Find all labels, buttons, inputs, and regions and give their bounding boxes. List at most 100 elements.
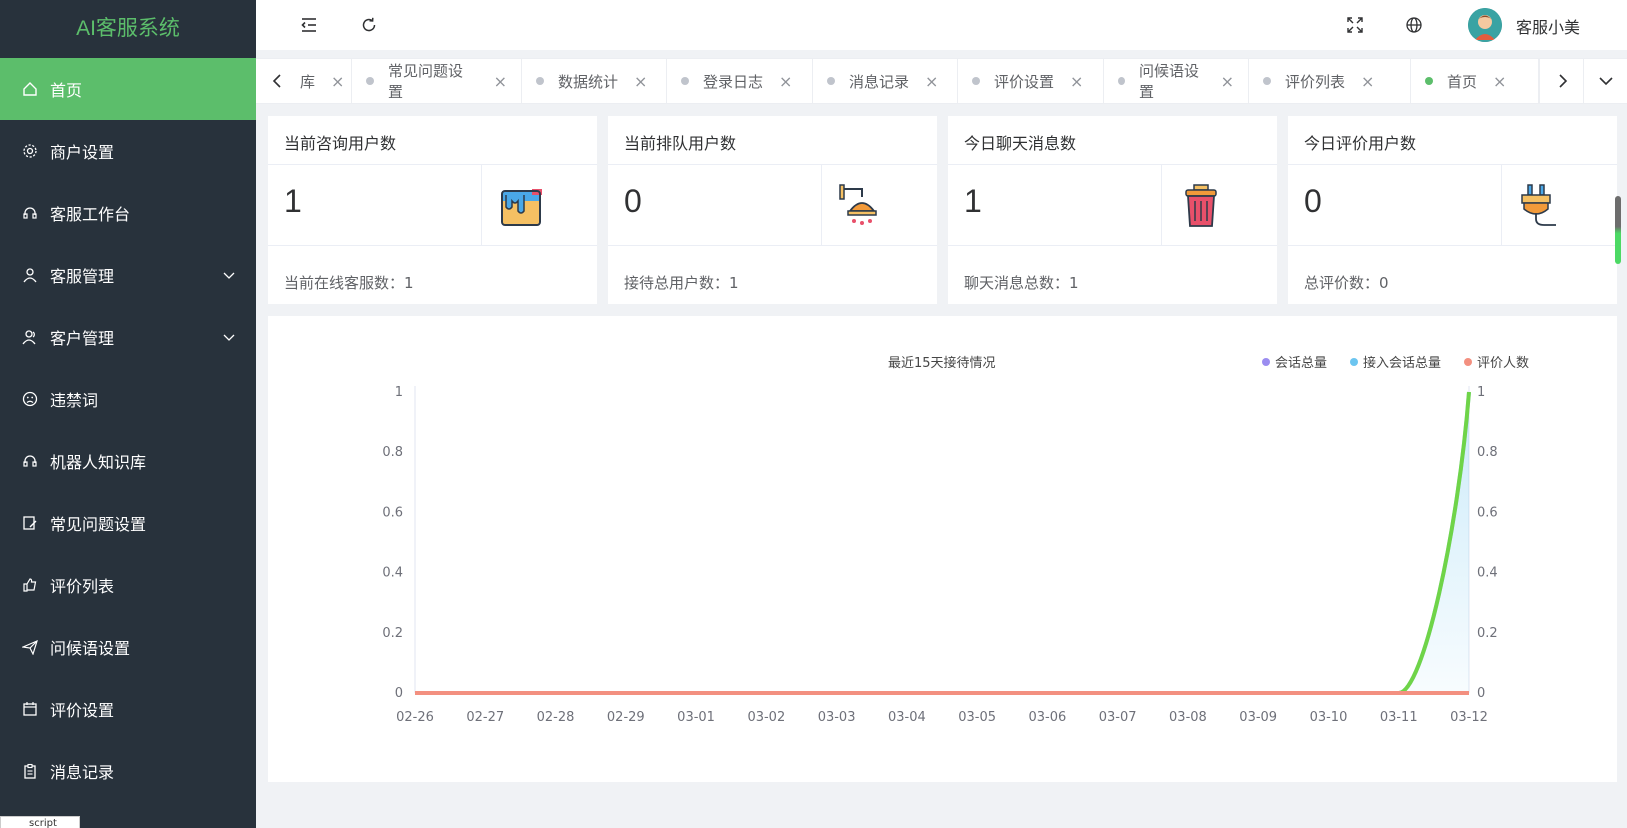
- y-tick-label-left: 0.4: [382, 566, 403, 581]
- sidebar-item-6[interactable]: 机器人知识库: [0, 430, 256, 492]
- tab-label: 消息记录: [849, 72, 910, 91]
- tab-0[interactable]: 库 ×: [300, 59, 352, 103]
- headset-icon: [22, 453, 38, 469]
- tab-1[interactable]: 常见问题设置 ×: [352, 59, 522, 103]
- avatar[interactable]: [1468, 8, 1502, 42]
- close-icon[interactable]: ×: [779, 72, 792, 91]
- y-tick-label-right: 0: [1477, 686, 1485, 701]
- legend-item-sessions[interactable]: 会话总量: [1262, 352, 1327, 371]
- x-tick-label: 02-26: [396, 710, 434, 725]
- sidebar-item-7[interactable]: 常见问题设置: [0, 492, 256, 554]
- chevron-down-icon: [222, 330, 236, 344]
- card-footer: 总评价数：0: [1304, 274, 1389, 292]
- sidebar-item-label: 客服管理: [50, 267, 115, 286]
- fullscreen-icon[interactable]: [1344, 14, 1366, 36]
- y-tick-label-right: 0.2: [1477, 626, 1498, 641]
- close-icon[interactable]: ×: [1493, 72, 1506, 91]
- x-tick-label: 02-29: [607, 710, 645, 725]
- sidebar-item-3[interactable]: 客服管理: [0, 244, 256, 306]
- x-tick-label: 03-10: [1310, 710, 1348, 725]
- sidebar-item-label: 机器人知识库: [50, 453, 147, 472]
- gear-icon: [22, 143, 38, 159]
- sidebar-item-4[interactable]: 客户管理: [0, 306, 256, 368]
- card-footer: 当前在线客服数：1: [284, 274, 414, 292]
- card-value: 1: [284, 183, 302, 219]
- close-icon[interactable]: ×: [634, 72, 647, 91]
- x-tick-label: 03-02: [747, 710, 785, 725]
- x-tick-label: 03-09: [1239, 710, 1277, 725]
- sidebar-item-label: 商户设置: [50, 143, 115, 162]
- sad-face-icon: [22, 391, 38, 407]
- close-icon[interactable]: ×: [1070, 72, 1083, 91]
- x-tick-label: 03-06: [1029, 710, 1067, 725]
- tabs-dropdown-icon[interactable]: [1583, 59, 1627, 103]
- y-tick-label-right: 1: [1477, 385, 1485, 400]
- close-icon[interactable]: ×: [331, 72, 344, 91]
- tab-7[interactable]: 评价列表 ×: [1249, 59, 1411, 103]
- y-tick-label-left: 0: [395, 686, 403, 701]
- globe-icon[interactable]: [1403, 14, 1425, 36]
- sidebar-item-11[interactable]: 消息记录: [0, 740, 256, 802]
- sidebar-item-10[interactable]: 评价设置: [0, 678, 256, 740]
- sidebar-item-label: 客服工作台: [50, 205, 131, 224]
- tab-status-dot: [366, 77, 374, 85]
- close-icon[interactable]: ×: [1221, 72, 1234, 91]
- sidebar-item-1[interactable]: 商户设置: [0, 120, 256, 182]
- tab-status-dot: [972, 77, 980, 85]
- legend-item-ratings[interactable]: 评价人数: [1464, 352, 1529, 371]
- sidebar-item-label: 评价列表: [50, 577, 115, 596]
- tab-label: 登录日志: [703, 72, 764, 91]
- sidebar-item-label: 常见问题设置: [50, 515, 147, 534]
- close-icon[interactable]: ×: [925, 72, 938, 91]
- close-icon[interactable]: ×: [494, 72, 507, 91]
- y-tick-label-right: 0.4: [1477, 566, 1498, 581]
- sidebar-item-5[interactable]: 违禁词: [0, 368, 256, 430]
- card-value: 0: [1304, 183, 1322, 219]
- x-tick-label: 03-05: [958, 710, 996, 725]
- reception-chart: 0 0 0.2 0.2 0.4 0.4 0.6 0.6 0.8 0.8 1 1 02-26 02-27 02…: [382, 385, 1498, 725]
- y-tick-label-left: 1: [395, 385, 403, 400]
- tab-label: 数据统计: [558, 72, 619, 91]
- top-header: 客服小美: [256, 0, 1627, 50]
- sidebar-item-2[interactable]: 客服工作台: [0, 182, 256, 244]
- sidebar-item-label: 客户管理: [50, 329, 115, 348]
- tabs-scroll-right-icon[interactable]: [1539, 59, 1583, 103]
- x-tick-label: 02-28: [537, 710, 575, 725]
- y-tick-label-right: 0.8: [1477, 445, 1498, 460]
- legend-item-accepted[interactable]: 接入会话总量: [1350, 352, 1441, 371]
- tabs-scroll-left-icon[interactable]: [256, 59, 300, 103]
- tab-5[interactable]: 评价设置 ×: [958, 59, 1104, 103]
- close-icon[interactable]: ×: [1361, 72, 1374, 91]
- scrollbar[interactable]: [1615, 196, 1621, 264]
- tab-3[interactable]: 登录日志 ×: [667, 59, 813, 103]
- series-area-accepted: [415, 392, 1469, 693]
- x-tick-label: 03-03: [818, 710, 856, 725]
- user-name[interactable]: 客服小美: [1516, 14, 1580, 38]
- tab-2[interactable]: 数据统计 ×: [522, 59, 667, 103]
- clipboard-icon: [22, 763, 38, 779]
- plug-icon: [1516, 181, 1566, 231]
- tab-label: 首页: [1447, 72, 1478, 91]
- y-tick-label-right: 0.6: [1477, 505, 1498, 520]
- tab-8[interactable]: 首页 ×: [1411, 59, 1539, 103]
- tab-4[interactable]: 消息记录 ×: [813, 59, 958, 103]
- tab-status-dot: [1263, 77, 1271, 85]
- y-tick-label-left: 0.2: [382, 626, 403, 641]
- sidebar-item-8[interactable]: 评价列表: [0, 554, 256, 616]
- tabs-bar: 库 × 常见问题设置 × 数据统计 × 登录日志 × 消息记录 × 评价设置 × 问候语设置 × 评价列表 ×…: [256, 58, 1627, 104]
- tab-status-dot: [536, 77, 544, 85]
- tab-6[interactable]: 问候语设置 ×: [1104, 59, 1249, 103]
- refresh-icon[interactable]: [358, 14, 380, 36]
- script-label: script: [0, 816, 80, 828]
- sidebar-item-9[interactable]: 问候语设置: [0, 616, 256, 678]
- collapse-menu-icon[interactable]: [298, 14, 320, 36]
- tab-label: 问候语设置: [1139, 62, 1200, 101]
- x-tick-label: 03-11: [1380, 710, 1418, 725]
- sidebar-item-0[interactable]: 首页: [0, 58, 256, 120]
- x-tick-label: 02-27: [466, 710, 504, 725]
- calendar-icon: [22, 701, 38, 717]
- stat-card-messages: 今日聊天消息数 1 聊天消息总数：1: [948, 116, 1277, 304]
- card-title: 当前咨询用户数: [284, 134, 397, 153]
- sidebar-item-label: 评价设置: [50, 701, 115, 720]
- sidebar: AI客服系统 首页 商户设置 客服工作台 客服管理 客户管理 违禁词 机器人知识库 常见问题设…: [0, 0, 256, 828]
